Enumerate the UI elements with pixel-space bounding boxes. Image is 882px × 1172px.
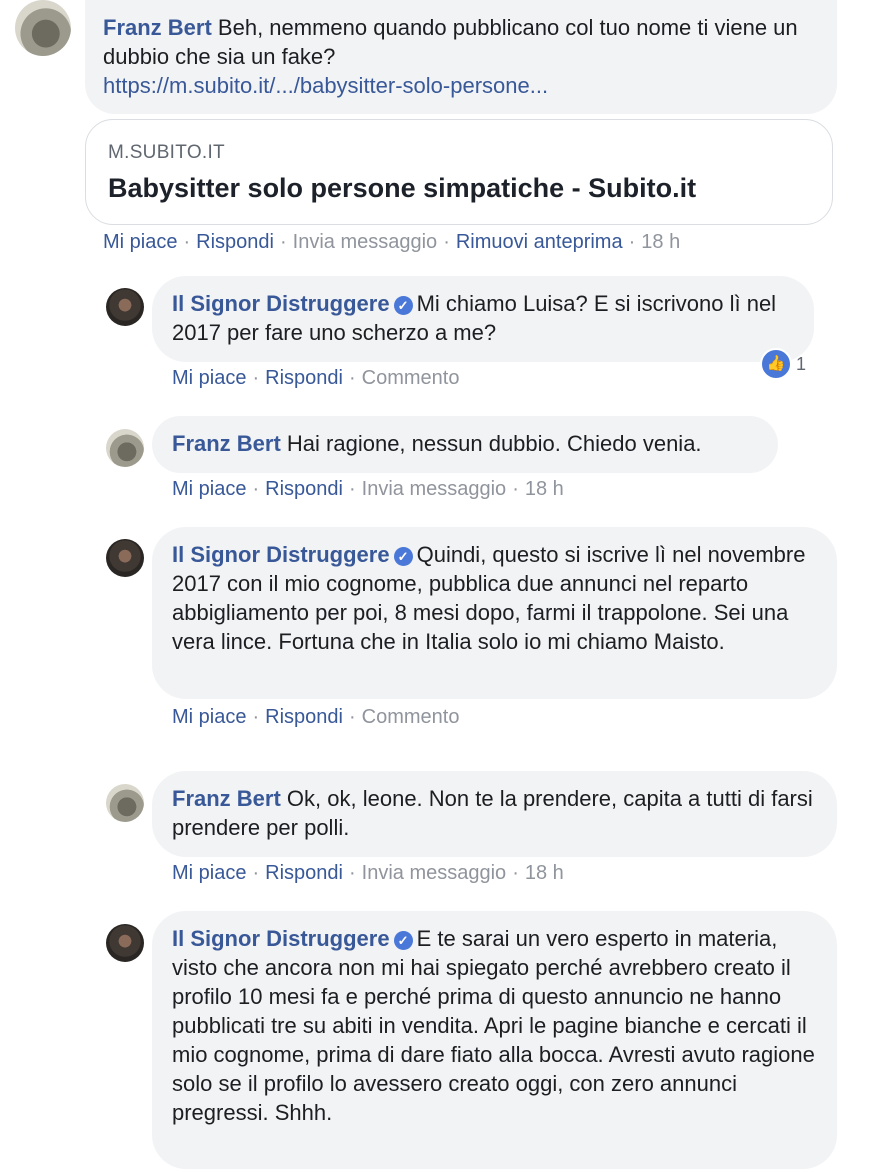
remove-preview-button[interactable]: Rimuovi anteprima	[456, 231, 623, 253]
comment-button[interactable]: Commento	[362, 706, 460, 728]
reply-actions: Mi piace · Rispondi · Commento	[172, 706, 460, 728]
reply-actions: Mi piace · Rispondi · Commento	[172, 367, 460, 389]
reaction-count: 1	[796, 353, 807, 374]
avatar[interactable]	[106, 429, 144, 467]
thumbs-up-icon: 👍	[760, 348, 792, 380]
reply-text: E te sarai un vero esperto in materia, v…	[172, 926, 815, 1125]
reaction-summary[interactable]: 👍 1	[760, 348, 807, 380]
reply-author[interactable]: Franz Bert	[172, 786, 281, 811]
like-button[interactable]: Mi piace	[172, 367, 246, 389]
reply-bubble: Franz Bert Hai ragione, nessun dubbio. C…	[152, 416, 778, 473]
timestamp[interactable]: 18 h	[641, 231, 680, 253]
send-message-button[interactable]: Invia messaggio	[293, 231, 438, 253]
timestamp[interactable]: 18 h	[525, 862, 564, 884]
comment-link[interactable]: https://m.subito.it/.../babysitter-solo-…	[103, 73, 548, 98]
reply-text: Hai ragione, nessun dubbio. Chiedo venia…	[286, 431, 702, 456]
reply-author[interactable]: Il Signor Distruggere	[172, 291, 390, 316]
send-message-button[interactable]: Invia messaggio	[362, 862, 507, 884]
reply-bubble: Il Signor Distruggere ✓ E te sarai un vero…	[152, 911, 837, 1169]
reply-actions: Mi piace · Rispondi · Invia messaggio · 18 h	[172, 478, 564, 500]
like-button[interactable]: Mi piace	[172, 478, 246, 500]
reply-actions: Mi piace · Rispondi · Invia messaggio · 18 h	[172, 862, 564, 884]
avatar[interactable]	[106, 784, 144, 822]
like-button[interactable]: Mi piace	[103, 231, 177, 253]
preview-title[interactable]: Babysitter solo persone simpatiche - Sub…	[108, 173, 696, 204]
reply-author[interactable]: Il Signor Distruggere	[172, 926, 390, 951]
like-button[interactable]: Mi piace	[172, 706, 246, 728]
avatar[interactable]	[15, 0, 71, 56]
reply-button[interactable]: Rispondi	[265, 478, 343, 500]
send-message-button[interactable]: Invia messaggio	[362, 478, 507, 500]
reply-author[interactable]: Il Signor Distruggere	[172, 542, 390, 567]
reply-button[interactable]: Rispondi	[196, 231, 274, 253]
verified-badge-icon: ✓	[393, 296, 413, 315]
avatar[interactable]	[106, 924, 144, 962]
comment-button[interactable]: Commento	[362, 367, 460, 389]
reply-button[interactable]: Rispondi	[265, 862, 343, 884]
reply-button[interactable]: Rispondi	[265, 706, 343, 728]
avatar[interactable]	[106, 288, 144, 326]
comment-actions: Mi piace · Rispondi · Invia messaggio · Rimuov…	[103, 231, 681, 253]
reply-bubble: Franz Bert Ok, ok, leone. Non te la pren…	[152, 771, 837, 857]
comment-bubble: Franz Bert Beh, nemmeno quando pubblican…	[85, 0, 837, 114]
reply-author[interactable]: Franz Bert	[172, 431, 281, 456]
reply-button[interactable]: Rispondi	[265, 367, 343, 389]
link-preview-card[interactable]: M.SUBITO.IT Babysitter solo persone simp…	[85, 119, 833, 225]
verified-badge-icon: ✓	[393, 547, 413, 566]
verified-badge-icon: ✓	[393, 931, 413, 950]
timestamp[interactable]: 18 h	[525, 478, 564, 500]
preview-domain: M.SUBITO.IT	[108, 142, 225, 163]
reply-bubble: Il Signor Distruggere ✓ Quindi, questo si …	[152, 527, 837, 699]
reply-bubble: Il Signor Distruggere ✓ Mi chiamo Luisa? E…	[152, 276, 814, 362]
comment-author[interactable]: Franz Bert	[103, 15, 212, 40]
like-button[interactable]: Mi piace	[172, 862, 246, 884]
avatar[interactable]	[106, 539, 144, 577]
